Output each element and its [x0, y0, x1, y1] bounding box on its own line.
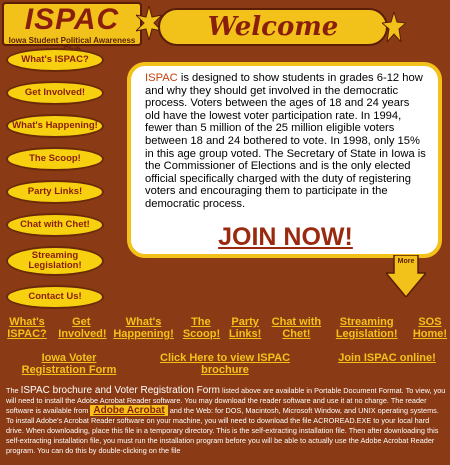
bottom-nav-get-involved[interactable]: Get Involved! [58, 316, 106, 340]
sidebar-item-the-scoop[interactable]: The Scoop! [6, 147, 104, 171]
join-ispac-online-link[interactable]: Join ISPAC online! [326, 352, 448, 364]
sidebar-item-contact-us[interactable]: Contact Us! [6, 285, 104, 309]
sidebar-item-party-links[interactable]: Party Links! [6, 180, 104, 204]
intro-panel: ISPAC is designed to show students in gr… [127, 62, 442, 258]
sidebar-item-streaming-legislation[interactable]: Streaming Legislation! [6, 246, 104, 276]
sidebar-item-whats-ispac[interactable]: What's ISPAC? [6, 48, 104, 72]
footer-lead-big: ISPAC brochure and Voter Registration Fo… [20, 385, 220, 396]
sidebar-item-whats-happening[interactable]: What's Happening! [6, 114, 104, 138]
bottom-nav: What's ISPAC? Get Involved! What's Happe… [4, 316, 448, 340]
voter-registration-form-link[interactable]: Iowa Voter Registration Form [10, 352, 128, 376]
intro-text: ISPAC is designed to show students in gr… [145, 72, 426, 211]
star-icon [382, 12, 406, 42]
sidebar-item-get-involved[interactable]: Get Involved! [6, 81, 104, 105]
intro-body: is designed to show students in grades 6… [145, 72, 426, 210]
more-label[interactable]: More [392, 258, 420, 265]
join-now-link[interactable]: JOIN NOW! [145, 223, 426, 252]
adobe-acrobat-link[interactable]: Adobe Acrobat [90, 405, 168, 416]
bottom-nav-sos-home[interactable]: SOS Home! [412, 316, 448, 340]
ispac-brochure-link[interactable]: Click Here to view ISPAC brochure [160, 352, 290, 376]
footer-lead: The [6, 386, 21, 395]
intro-brand: ISPAC [145, 72, 178, 84]
bottom-nav-streaming-legislation[interactable]: Streaming Legislation! [330, 316, 404, 340]
welcome-banner: Welcome [158, 8, 388, 46]
bottom-nav-whats-ispac[interactable]: What's ISPAC? [4, 316, 50, 340]
pdf-instructions: The ISPAC brochure and Voter Registratio… [6, 386, 448, 456]
sidebar-nav: What's ISPAC? Get Involved! What's Happe… [6, 48, 110, 318]
logo-title: ISPAC [24, 3, 120, 36]
bottom-nav-whats-happening[interactable]: What's Happening! [113, 316, 175, 340]
bottom-nav-chat-with-chet[interactable]: Chat with Chet! [271, 316, 322, 340]
ispac-logo: ISPAC Iowa Student Political Awareness C… [2, 2, 142, 54]
bottom-nav-the-scoop[interactable]: The Scoop! [183, 316, 220, 340]
sidebar-item-chat-with-chet[interactable]: Chat with Chet! [6, 213, 104, 237]
bottom-nav-party-links[interactable]: Party Links! [227, 316, 263, 340]
